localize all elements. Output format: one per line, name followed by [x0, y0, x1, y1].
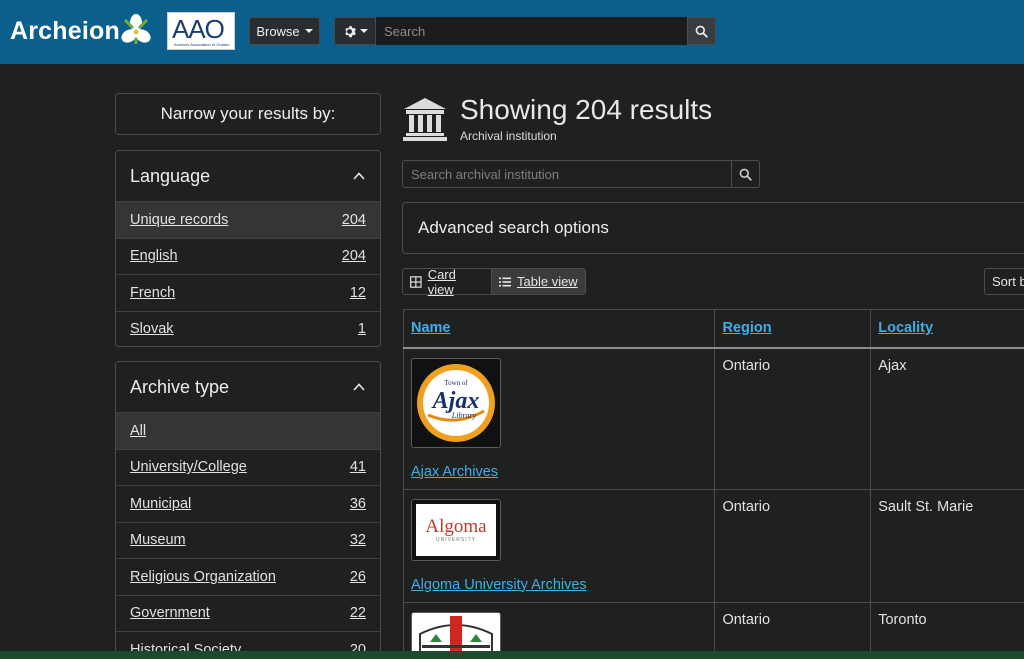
facet-item[interactable]: Slovak 1: [116, 310, 380, 347]
facet-item-label[interactable]: Museum: [130, 532, 186, 548]
facet-item-count: 204: [341, 211, 366, 228]
ajax-library-logo[interactable]: Town of Ajax Library: [411, 357, 501, 448]
archive-type-facet-toggle[interactable]: Archive type: [116, 362, 380, 412]
institution-link[interactable]: Algoma University Archives: [411, 577, 587, 593]
search-icon: [695, 25, 708, 38]
facet-item[interactable]: Unique records 204: [116, 201, 380, 238]
aao-logo-text: AAO: [172, 14, 225, 44]
facet-item-count: 204: [341, 248, 366, 265]
facet-title: Language: [130, 165, 211, 186]
facet-item-label[interactable]: English: [130, 248, 178, 264]
algoma-logo-image: Algoma UNIVERSITY: [416, 503, 496, 556]
institution-search-input[interactable]: [402, 160, 732, 188]
facet-item-label[interactable]: All: [130, 423, 146, 439]
browse-label: Browse: [256, 23, 300, 39]
table-row: Town of Ajax Library Ajax Archives Ontar…: [402, 347, 1024, 490]
view-toggle: Card view Table view: [402, 266, 586, 297]
algoma-logo-text: Algoma: [425, 515, 487, 537]
facet-item[interactable]: All: [116, 412, 380, 449]
sort-by-locality-link[interactable]: Locality: [878, 320, 933, 336]
ajax-logo-small-bottom: Library: [451, 411, 477, 420]
facet-item[interactable]: Religious Organization 26: [116, 558, 380, 595]
sort-by-name-link[interactable]: Name: [411, 320, 451, 336]
facet-item[interactable]: Museum 32: [116, 521, 380, 559]
card-view-label: Card view: [427, 266, 456, 297]
list-icon: [499, 277, 511, 286]
sort-button[interactable]: Sort b: [984, 268, 1024, 295]
table-view-label: Table view: [517, 274, 578, 289]
page-title: Showing 204 results: [460, 94, 713, 125]
search-options-button[interactable]: [334, 17, 376, 45]
region-cell: Ontario: [714, 347, 872, 490]
institution-link[interactable]: Ajax Archives: [411, 464, 498, 480]
gear-icon: [344, 25, 356, 37]
facet-item-count: 36: [349, 495, 366, 512]
algoma-logo-subtext: UNIVERSITY: [435, 536, 476, 543]
facet-title: Archive type: [130, 376, 230, 397]
name-cell: Algoma UNIVERSITY Algoma University Arch…: [402, 488, 716, 603]
results-table: Name Region Locality Town of Ajax Librar…: [402, 309, 1024, 659]
facet-item[interactable]: English 204: [116, 237, 380, 275]
trillium-icon: [121, 14, 151, 44]
column-header-locality[interactable]: Locality: [870, 309, 1024, 349]
chevron-up-icon: [353, 383, 365, 391]
caret-down-icon: [359, 29, 368, 33]
facet-item-label[interactable]: Government: [130, 605, 210, 621]
facet-item-count: 26: [349, 568, 366, 585]
facet-item-count: 22: [349, 605, 366, 622]
search-icon: [739, 168, 752, 181]
page-subtitle: Archival institution: [460, 129, 557, 143]
card-view-button[interactable]: Card view: [402, 266, 492, 297]
caret-down-icon: [304, 29, 313, 33]
browse-button[interactable]: Browse: [249, 17, 320, 45]
chevron-up-icon: [353, 172, 365, 180]
aao-logo[interactable]: AAO Archives Association of Ontario: [167, 12, 235, 50]
brand-name: Archeion: [10, 16, 120, 45]
institution-search-button[interactable]: [732, 160, 760, 188]
facet-item-count: 32: [349, 532, 366, 549]
facet-item-count: 1: [357, 321, 366, 338]
search-input[interactable]: [376, 17, 687, 45]
facet-item-count: 41: [349, 459, 366, 476]
facet-item-label[interactable]: French: [130, 285, 175, 301]
archive-type-facet: Archive type All University/College 41 M…: [115, 361, 381, 659]
facet-item[interactable]: Government 22: [116, 594, 380, 632]
column-header-name[interactable]: Name: [402, 309, 716, 349]
table-header-row: Name Region Locality: [402, 309, 1024, 349]
facet-item-label[interactable]: Unique records: [130, 212, 228, 228]
facet-item[interactable]: University/College 41: [116, 448, 380, 486]
sort-by-region-link[interactable]: Region: [722, 320, 771, 336]
facet-item[interactable]: Municipal 36: [116, 485, 380, 522]
bottom-strip: [0, 651, 1024, 659]
institution-icon: [403, 98, 447, 141]
region-cell: Ontario: [714, 488, 872, 603]
search-submit-button[interactable]: [687, 17, 716, 45]
facet-item-label[interactable]: Municipal: [130, 496, 191, 512]
narrow-results-title: Narrow your results by:: [115, 93, 381, 135]
facet-item-label[interactable]: Religious Organization: [130, 569, 276, 585]
name-cell: Town of Ajax Library Ajax Archives: [402, 347, 716, 490]
locality-cell: Ajax: [870, 347, 1024, 490]
ajax-logo-image: Town of Ajax Library: [417, 363, 495, 442]
facet-item-count: 12: [349, 284, 366, 301]
algoma-university-logo[interactable]: Algoma UNIVERSITY: [411, 498, 501, 561]
facet-item[interactable]: French 12: [116, 274, 380, 311]
column-header-region[interactable]: Region: [714, 309, 872, 349]
table-row: Algoma UNIVERSITY Algoma University Arch…: [402, 488, 1024, 603]
institution-search: [402, 160, 760, 188]
locality-cell: Sault St. Marie: [870, 488, 1024, 603]
facet-item-label[interactable]: Slovak: [130, 321, 174, 337]
table-view-button[interactable]: Table view: [492, 268, 586, 295]
archeion-logo[interactable]: Archeion: [10, 12, 151, 50]
grid-icon: [410, 275, 422, 288]
aao-logo-subtext: Archives Association of Ontario: [174, 42, 230, 47]
global-search: [334, 17, 716, 45]
ajax-logo-small-top: Town of: [444, 379, 468, 387]
facet-item-label[interactable]: University/College: [130, 459, 247, 475]
top-navbar: Archeion AAO Archives Association of Ont…: [0, 0, 1024, 64]
language-facet: Language Unique records 204 English 204 …: [115, 150, 381, 347]
advanced-search-toggle[interactable]: Advanced search options: [402, 202, 1024, 254]
language-facet-toggle[interactable]: Language: [116, 151, 380, 201]
